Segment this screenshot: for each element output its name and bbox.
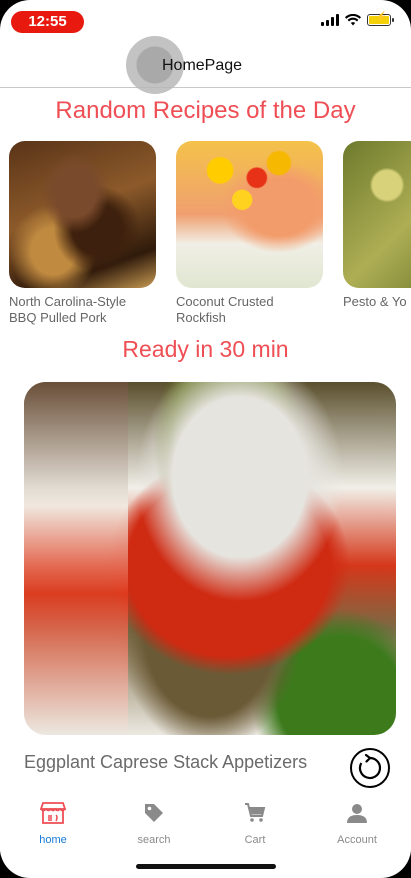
refresh-button[interactable]	[350, 748, 390, 788]
nav-item-account[interactable]: Account	[317, 800, 397, 846]
nav-item-search[interactable]: search	[114, 800, 194, 846]
app-bar: HomePage	[0, 36, 411, 94]
page-title: HomePage	[162, 57, 243, 74]
quick-recipes-heading: Ready in 30 min	[122, 336, 289, 362]
nav-item-cart[interactable]: Cart	[215, 800, 295, 846]
refresh-icon	[358, 753, 382, 780]
status-icons: ⚡	[321, 12, 394, 26]
nav-label-account: Account	[337, 834, 377, 846]
recipe-carousel[interactable]: North Carolina-Style BBQ Pulled Pork Coc…	[9, 141, 411, 331]
recipe-card[interactable]: North Carolina-Style BBQ Pulled Pork	[9, 141, 156, 326]
bottom-nav: home search Cart Account	[0, 790, 411, 856]
recipe-card[interactable]: Coconut Crusted Rockfish	[176, 141, 323, 326]
recipe-image[interactable]	[176, 141, 323, 288]
nav-label-search: search	[137, 834, 171, 846]
phone-screen: 12:55 ⚡ HomePage Random Recipes of the D…	[0, 0, 411, 878]
recipe-card[interactable]: Pesto & Yo	[343, 141, 411, 310]
person-icon	[347, 804, 367, 823]
recipe-image[interactable]	[9, 141, 156, 288]
recipe-name: North Carolina-Style BBQ Pulled Pork	[9, 294, 127, 325]
featured-recipe-image[interactable]	[24, 382, 396, 735]
home-indicator[interactable]	[136, 864, 276, 869]
store-icon	[40, 802, 66, 824]
signal-icon	[321, 14, 339, 26]
status-bar: 12:55 ⚡	[0, 0, 411, 44]
nav-label-cart: Cart	[244, 834, 266, 846]
recipe-image[interactable]	[343, 141, 411, 288]
recipe-name: Coconut Crusted Rockfish	[176, 294, 274, 325]
random-recipes-heading: Random Recipes of the Day	[55, 97, 356, 124]
recipe-name: Pesto & Yo	[343, 294, 407, 309]
cart-icon	[245, 803, 266, 822]
featured-recipe-name: Eggplant Caprese Stack Appetizers	[24, 752, 308, 772]
status-time: 12:55	[11, 11, 84, 33]
battery-charging-icon: ⚡	[367, 12, 394, 26]
tag-icon	[145, 804, 163, 822]
nav-item-home[interactable]: home	[13, 800, 93, 846]
nav-label-home: home	[39, 834, 67, 846]
wifi-icon	[345, 14, 361, 26]
